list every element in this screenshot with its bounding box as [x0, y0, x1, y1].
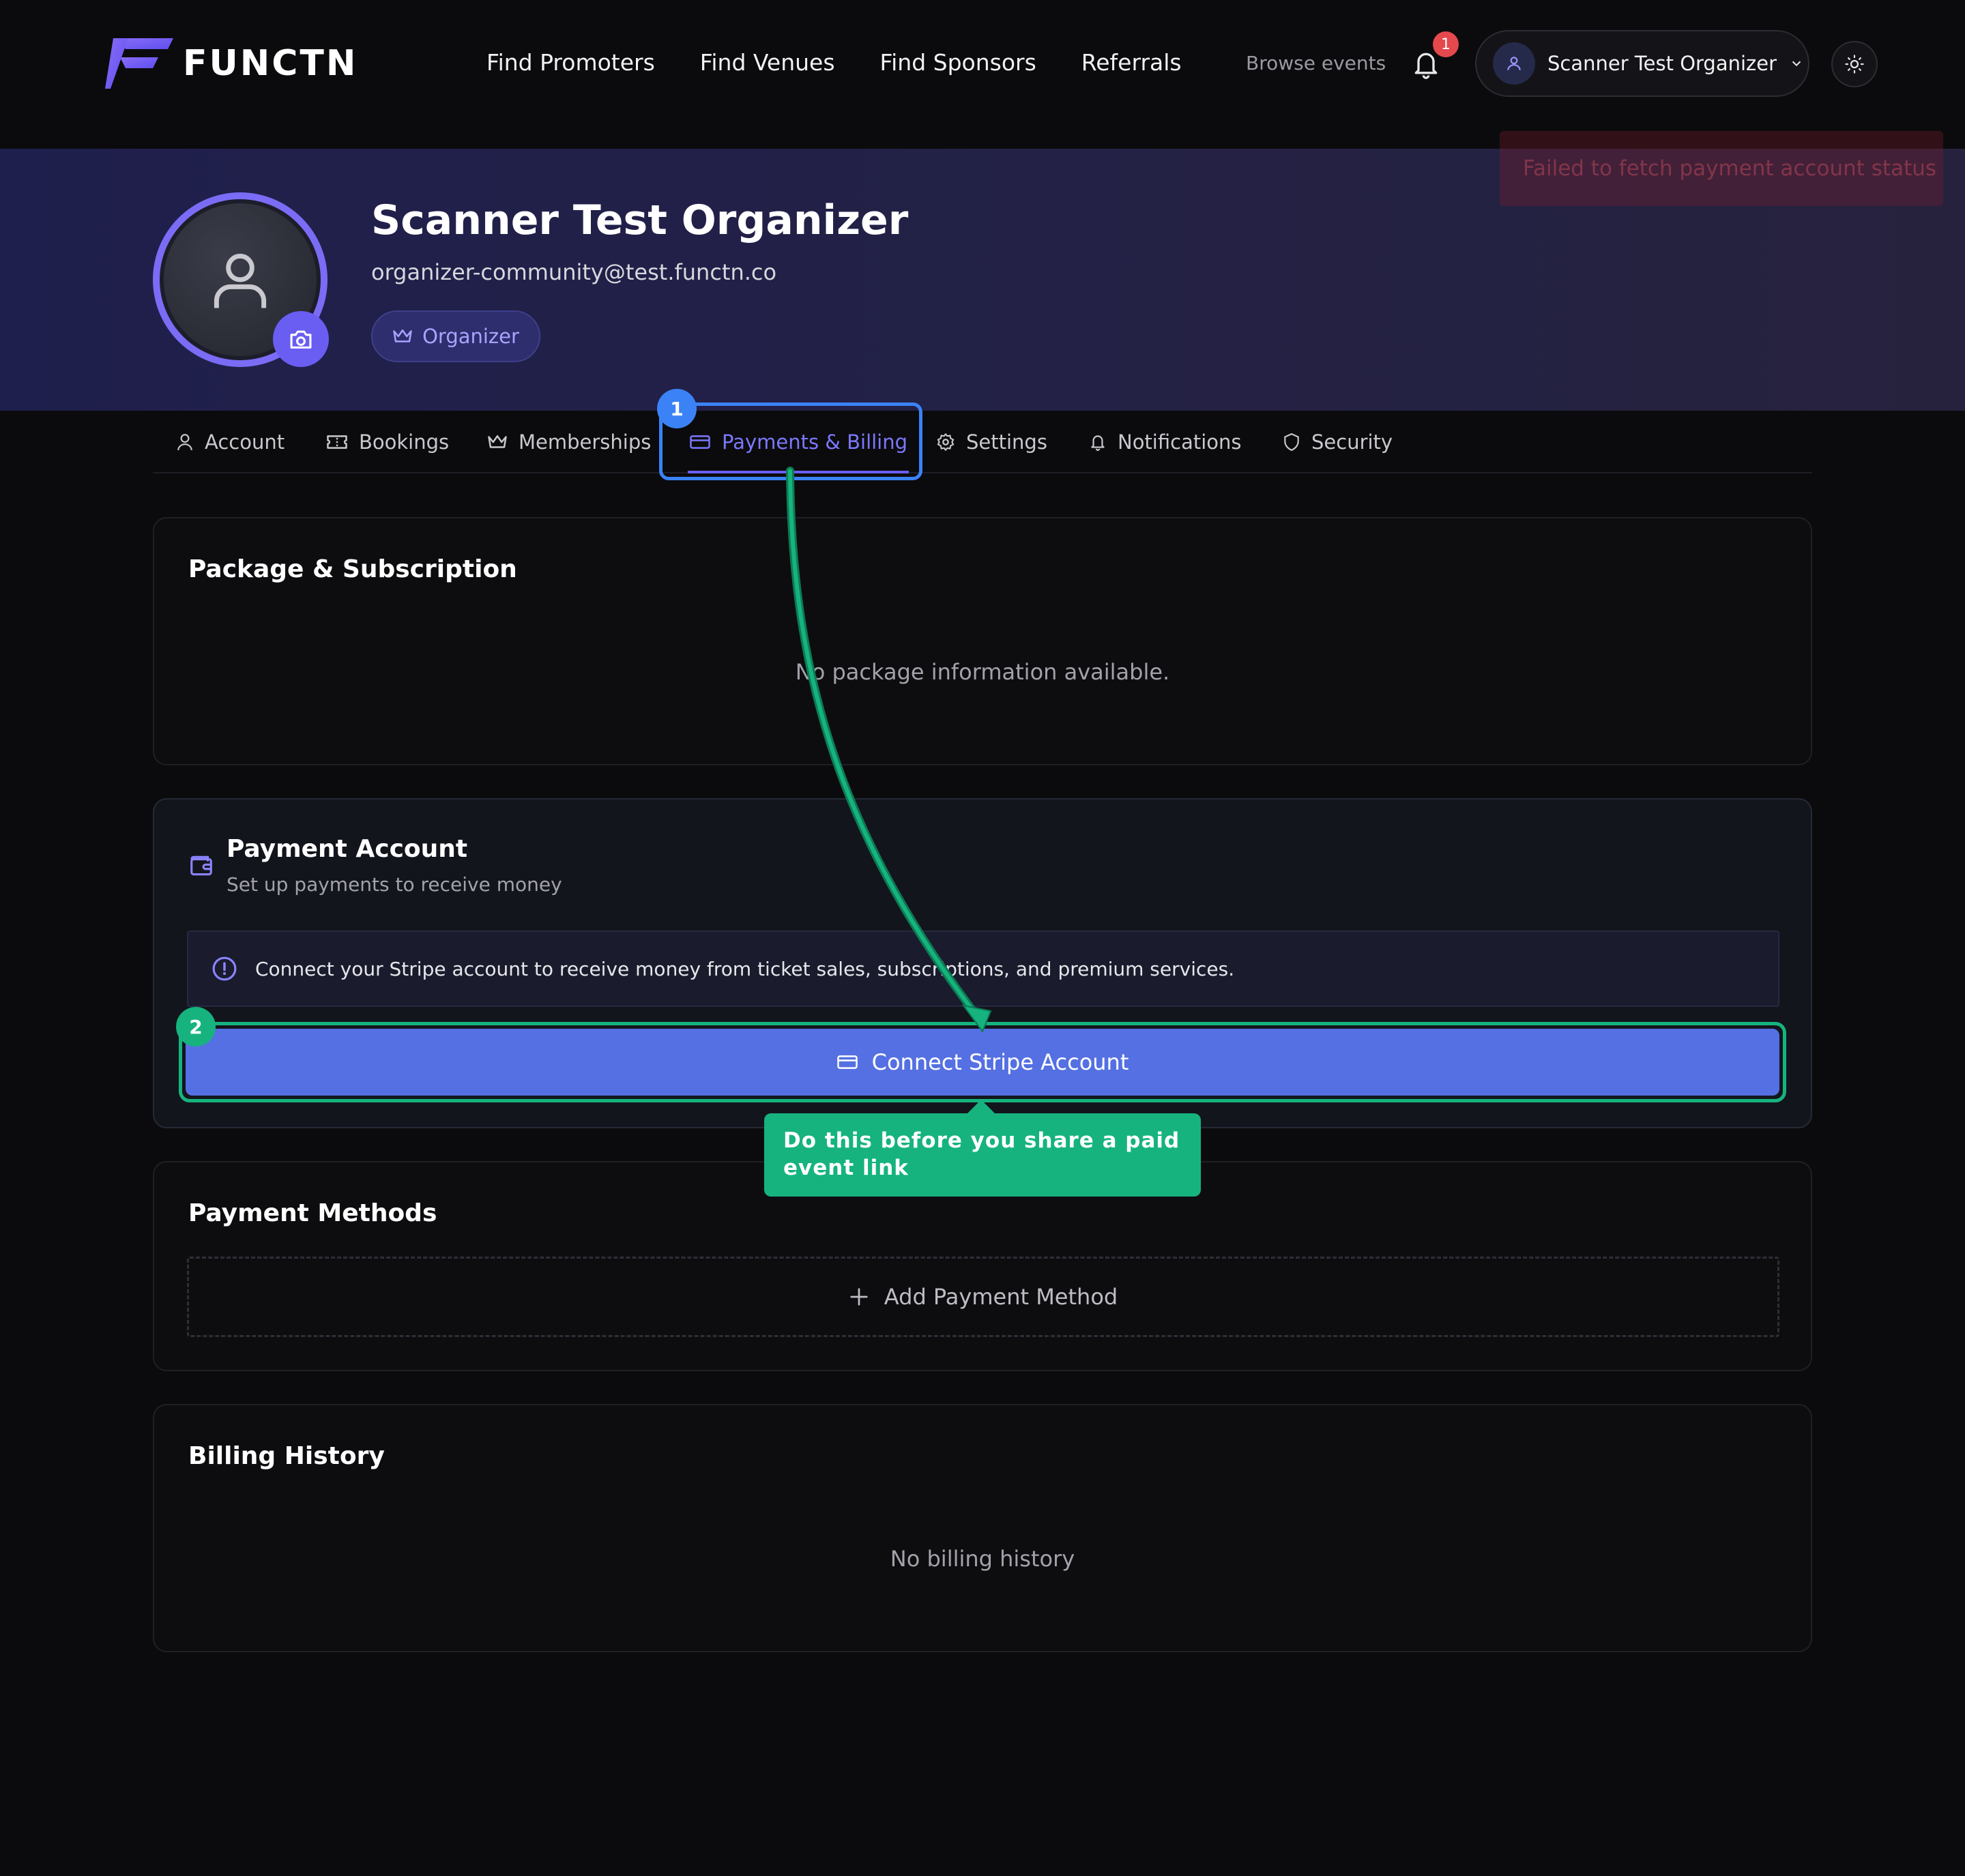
functn-logo[interactable]: FUNCTN — [105, 38, 358, 89]
connect-stripe-button[interactable]: Connect Stripe Account — [186, 1029, 1779, 1096]
plus-icon — [850, 1288, 868, 1306]
tab-notifications-label: Notifications — [1118, 430, 1242, 454]
nav-find-venues[interactable]: Find Venues — [700, 49, 835, 76]
tab-security-label: Security — [1311, 430, 1393, 454]
profile-email: organizer-community@test.functn.co — [371, 259, 777, 285]
tab-memberships[interactable]: Memberships — [487, 411, 651, 473]
step-tooltip: Do this before you share a paid event li… — [764, 1100, 1201, 1197]
user-icon — [177, 434, 192, 450]
step-2-badge: 2 — [176, 1007, 216, 1046]
browse-events-link[interactable]: Browse events — [1246, 52, 1386, 74]
user-placeholder-icon — [214, 253, 267, 308]
chevron-down-icon — [1792, 61, 1801, 67]
package-subscription-card: Package & Subscription No package inform… — [153, 517, 1812, 765]
main-nav: Find Promoters Find Venues Find Sponsors… — [486, 49, 1227, 76]
sun-icon — [1845, 55, 1864, 74]
role-badge: Organizer — [371, 310, 540, 362]
tab-security[interactable]: Security — [1283, 411, 1393, 473]
stripe-info-text: Connect your Stripe account to receive m… — [255, 957, 1235, 980]
add-payment-method-label: Add Payment Method — [884, 1284, 1118, 1310]
user-icon — [1507, 57, 1521, 70]
package-empty-text: No package information available. — [795, 659, 1170, 685]
ticket-icon — [327, 435, 347, 449]
billing-history-card: Billing History No billing history — [153, 1404, 1812, 1652]
user-menu-name: Scanner Test Organizer — [1547, 52, 1777, 75]
shield-icon — [1284, 433, 1299, 451]
crown-icon — [488, 435, 507, 448]
tab-settings[interactable]: Settings — [936, 411, 1047, 473]
step-1-highlight — [659, 402, 922, 480]
stripe-info-alert: Connect your Stripe account to receive m… — [187, 930, 1779, 1007]
profile-tabs: Account Bookings Memberships Payments & … — [153, 411, 1812, 473]
theme-toggle-button[interactable] — [1831, 41, 1878, 87]
nav-referrals[interactable]: Referrals — [1081, 49, 1182, 76]
credit-card-icon — [836, 1055, 858, 1069]
tab-account[interactable]: Account — [176, 411, 285, 473]
brand-name: FUNCTN — [183, 43, 358, 84]
nav-find-promoters[interactable]: Find Promoters — [486, 49, 655, 76]
tab-bookings-label: Bookings — [359, 430, 450, 454]
user-avatar — [1493, 42, 1535, 85]
add-payment-method-button[interactable]: Add Payment Method — [187, 1257, 1779, 1337]
payment-methods-title: Payment Methods — [188, 1199, 437, 1227]
profile-name: Scanner Test Organizer — [371, 196, 909, 244]
crown-icon — [393, 329, 412, 342]
step-1-badge: 1 — [657, 389, 697, 428]
user-menu-button[interactable]: Scanner Test Organizer — [1475, 30, 1809, 97]
billing-history-title: Billing History — [188, 1442, 385, 1470]
payment-account-title: Payment Account — [227, 835, 468, 863]
wallet-icon — [190, 855, 212, 876]
change-avatar-button[interactable] — [273, 311, 329, 367]
notification-count-badge: 1 — [1433, 31, 1459, 57]
billing-history-empty-text: No billing history — [890, 1546, 1075, 1572]
top-navigation: FUNCTN Find Promoters Find Venues Find S… — [0, 0, 1965, 149]
tab-bookings[interactable]: Bookings — [326, 411, 449, 473]
payment-account-subtitle: Set up payments to receive money — [227, 873, 562, 896]
error-toast: Failed to fetch payment account status — [1500, 131, 1943, 206]
functn-logo-mark — [105, 38, 173, 89]
connect-stripe-label: Connect Stripe Account — [871, 1049, 1129, 1075]
nav-find-sponsors[interactable]: Find Sponsors — [880, 49, 1036, 76]
bell-icon — [1091, 435, 1105, 451]
camera-icon — [290, 330, 312, 349]
tab-account-label: Account — [205, 430, 285, 454]
tab-settings-label: Settings — [966, 430, 1047, 454]
package-title: Package & Subscription — [188, 555, 517, 583]
gear-icon — [937, 433, 955, 451]
tab-notifications[interactable]: Notifications — [1089, 411, 1242, 473]
tab-memberships-label: Memberships — [519, 430, 652, 454]
role-badge-label: Organizer — [422, 325, 519, 348]
alert-circle-icon — [212, 956, 237, 981]
